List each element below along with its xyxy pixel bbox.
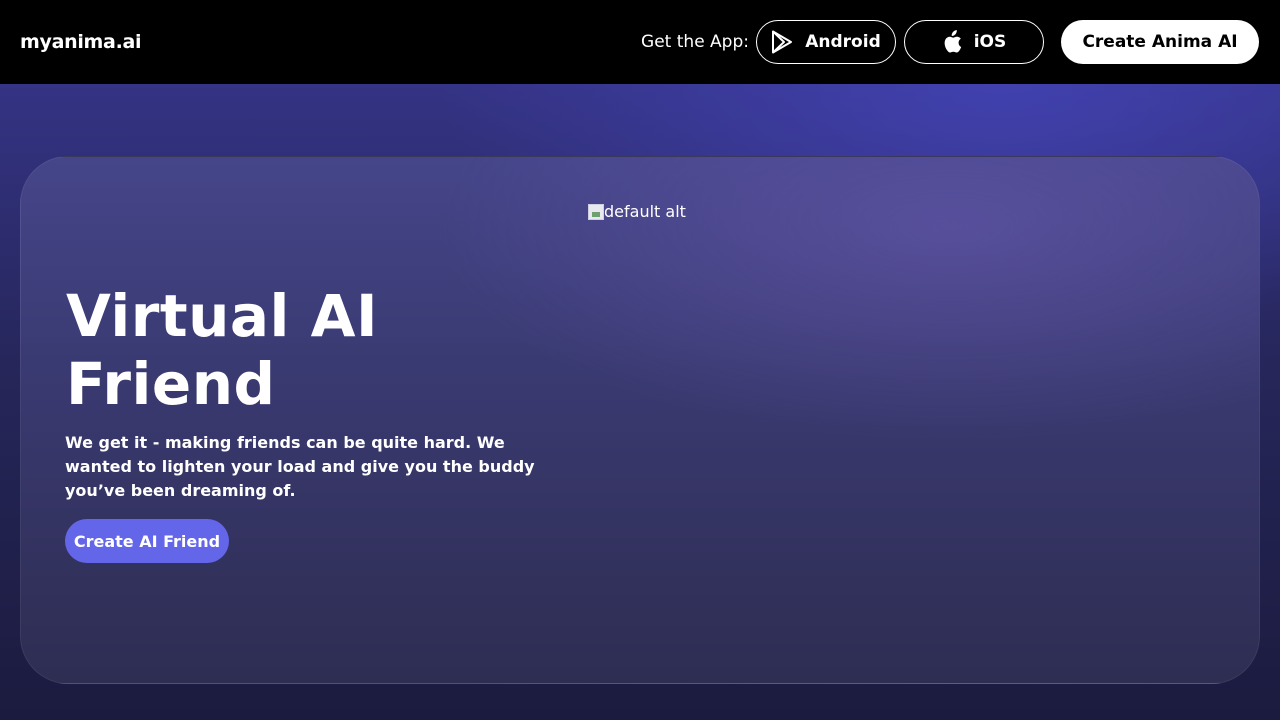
top-header: myanima.ai Get the App: Android iOS Crea… — [0, 0, 1280, 84]
broken-image-icon — [588, 203, 604, 220]
hero-image: default alt — [588, 202, 686, 221]
android-download-button[interactable]: Android — [756, 20, 896, 64]
hero-title: Virtual AI Friend — [66, 282, 378, 418]
create-ai-friend-button[interactable]: Create AI Friend — [65, 519, 229, 563]
site-logo[interactable]: myanima.ai — [20, 31, 142, 53]
hero-card: default alt Virtual AI Friend We get it … — [20, 156, 1260, 684]
hero-title-line-2: Friend — [66, 350, 276, 418]
get-app-label: Get the App: — [641, 32, 749, 52]
hero-image-alt: default alt — [604, 202, 686, 221]
header-actions: Get the App: Android iOS Create Anima AI — [641, 20, 1259, 64]
google-play-icon — [771, 30, 793, 54]
hero-title-line-1: Virtual AI — [66, 282, 379, 350]
android-label: Android — [805, 32, 881, 52]
ios-label: iOS — [973, 32, 1007, 52]
hero-description: We get it - making friends can be quite … — [65, 433, 535, 500]
apple-icon — [942, 30, 962, 54]
ios-download-button[interactable]: iOS — [904, 20, 1044, 64]
create-anima-button[interactable]: Create Anima AI — [1061, 20, 1259, 64]
